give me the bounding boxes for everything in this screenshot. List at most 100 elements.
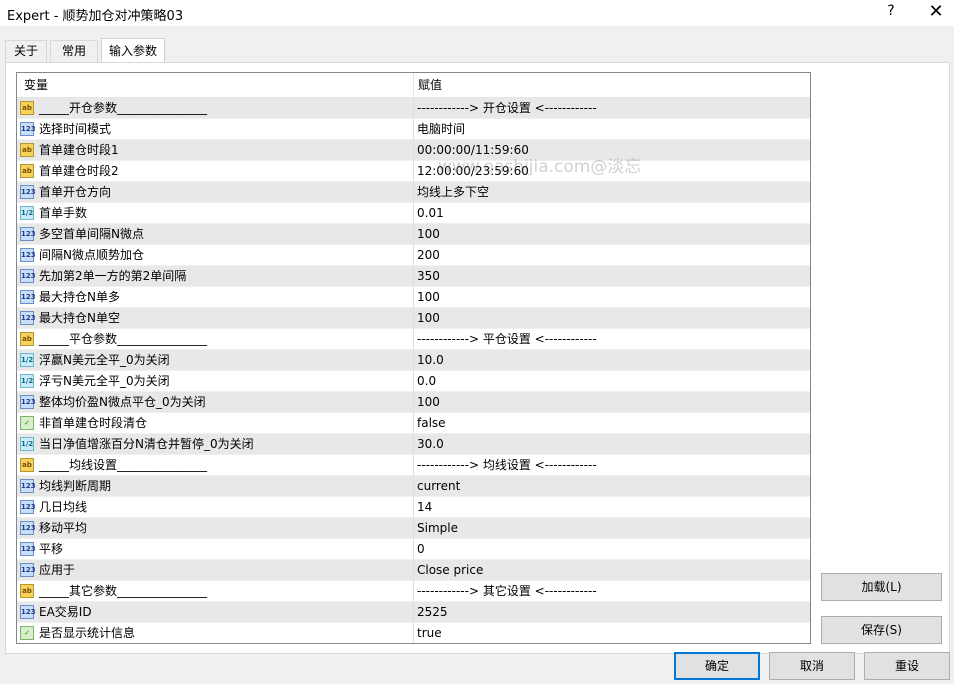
- parameter-row[interactable]: 1/2 首单手数 0.01: [17, 203, 810, 224]
- parameter-row[interactable]: 123 整体均价盈N微点平仓_0为关闭 100: [17, 392, 810, 413]
- parameter-value[interactable]: current: [417, 476, 460, 497]
- parameter-value[interactable]: ------------> 其它设置 <------------: [417, 581, 597, 602]
- integer-type-icon: 123: [20, 563, 36, 577]
- cell-separator: [413, 371, 414, 392]
- integer-type-icon: 123: [20, 605, 36, 619]
- parameter-value[interactable]: 电脑时间: [417, 119, 465, 140]
- parameter-row[interactable]: 123 平移 0: [17, 539, 810, 560]
- parameter-name: 几日均线: [39, 500, 88, 514]
- column-header-variable[interactable]: 变量: [24, 73, 48, 97]
- close-button[interactable]: ✕: [926, 1, 946, 22]
- parameter-value[interactable]: false: [417, 413, 446, 434]
- integer-type-icon: 123: [20, 500, 36, 514]
- column-separator[interactable]: [413, 73, 414, 97]
- parameter-name: _____开仓参数_______________: [39, 101, 208, 115]
- parameter-row[interactable]: 1/2 当日净值增涨百分N清仓并暂停_0为关闭 30.0: [17, 434, 810, 455]
- cell-separator: [413, 98, 414, 119]
- parameter-row[interactable]: 123 最大持仓N单空 100: [17, 308, 810, 329]
- cell-separator: [413, 182, 414, 203]
- parameter-value[interactable]: ------------> 均线设置 <------------: [417, 455, 597, 476]
- cell-separator: [413, 560, 414, 581]
- parameter-value[interactable]: true: [417, 623, 442, 643]
- reset-button[interactable]: 重设: [864, 652, 950, 680]
- parameter-value[interactable]: Simple: [417, 518, 458, 539]
- tab-common[interactable]: 常用: [50, 40, 98, 62]
- parameters-grid: 变量 赋值 ab _____开仓参数_______________ --------…: [16, 72, 811, 644]
- parameter-name: _____平仓参数_______________: [39, 332, 208, 346]
- parameter-value[interactable]: 350: [417, 266, 440, 287]
- parameter-row[interactable]: 123 选择时间模式 电脑时间: [17, 119, 810, 140]
- parameter-row[interactable]: ab _____均线设置_______________ ------------> …: [17, 455, 810, 476]
- parameter-name: 非首单建仓时段清仓: [39, 416, 148, 430]
- parameter-name: _____均线设置_______________: [39, 458, 208, 472]
- integer-type-icon: 123: [20, 269, 36, 283]
- cell-separator: [413, 623, 414, 643]
- parameter-value[interactable]: 30.0: [417, 434, 444, 455]
- parameter-row[interactable]: 123 先加第2单一方的第2单间隔 350: [17, 266, 810, 287]
- parameter-value[interactable]: 00:00:00/11:59:60: [417, 140, 529, 161]
- cell-separator: [413, 266, 414, 287]
- cell-separator: [413, 497, 414, 518]
- parameter-value[interactable]: 2525: [417, 602, 448, 623]
- cell-separator: [413, 602, 414, 623]
- parameter-row[interactable]: 123 最大持仓N单多 100: [17, 287, 810, 308]
- integer-type-icon: 123: [20, 311, 36, 325]
- parameter-name: 当日净值增涨百分N清仓并暂停_0为关闭: [39, 437, 254, 451]
- parameter-row[interactable]: 123 几日均线 14: [17, 497, 810, 518]
- parameter-value[interactable]: 12:00:00/23:59:60: [417, 161, 529, 182]
- parameter-row[interactable]: 123 应用于 Close price: [17, 560, 810, 581]
- parameter-row[interactable]: ✓ 是否显示统计信息 true: [17, 623, 810, 643]
- parameter-value[interactable]: ------------> 平仓设置 <------------: [417, 329, 597, 350]
- parameter-row[interactable]: ✓ 非首单建仓时段清仓 false: [17, 413, 810, 434]
- parameter-row[interactable]: 123 多空首单间隔N微点 100: [17, 224, 810, 245]
- parameter-value[interactable]: 0.01: [417, 203, 444, 224]
- cell-separator: [413, 581, 414, 602]
- parameter-name: 整体均价盈N微点平仓_0为关闭: [39, 395, 206, 409]
- parameter-value[interactable]: 0: [417, 539, 425, 560]
- load-button[interactable]: 加载(L): [821, 573, 942, 601]
- parameter-row[interactable]: ab _____开仓参数_______________ ------------> …: [17, 98, 810, 119]
- parameter-row[interactable]: 123 间隔N微点顺势加仓 200: [17, 245, 810, 266]
- parameter-row[interactable]: 123 均线判断周期 current: [17, 476, 810, 497]
- parameter-name: EA交易ID: [39, 605, 92, 619]
- parameter-row[interactable]: 123 EA交易ID 2525: [17, 602, 810, 623]
- window-title: Expert - 顺势加仓对冲策略03: [7, 9, 184, 24]
- parameter-row[interactable]: 1/2 浮赢N美元全平_0为关闭 10.0: [17, 350, 810, 371]
- tab-about[interactable]: 关于: [5, 40, 47, 62]
- cell-separator: [413, 245, 414, 266]
- save-button[interactable]: 保存(S): [821, 616, 942, 644]
- parameter-value[interactable]: 0.0: [417, 371, 436, 392]
- tab-input-parameters[interactable]: 输入参数: [101, 38, 165, 63]
- parameter-name: 首单建仓时段1: [39, 143, 119, 157]
- parameter-value[interactable]: ------------> 开仓设置 <------------: [417, 98, 597, 119]
- parameter-value[interactable]: 200: [417, 245, 440, 266]
- parameter-row[interactable]: ab _____其它参数_______________ ------------> …: [17, 581, 810, 602]
- string-type-icon: ab: [20, 332, 34, 346]
- parameter-row[interactable]: 1/2 浮亏N美元全平_0为关闭 0.0: [17, 371, 810, 392]
- ok-button[interactable]: 确定: [674, 652, 760, 680]
- help-button[interactable]: ?: [884, 3, 898, 19]
- boolean-type-icon: ✓: [20, 416, 34, 430]
- parameter-name: 浮赢N美元全平_0为关闭: [39, 353, 170, 367]
- parameter-value[interactable]: 14: [417, 497, 432, 518]
- cancel-button[interactable]: 取消: [769, 652, 855, 680]
- cell-separator: [413, 308, 414, 329]
- parameter-name: 平移: [39, 542, 64, 556]
- parameter-row[interactable]: 123 移动平均 Simple: [17, 518, 810, 539]
- parameter-value[interactable]: 10.0: [417, 350, 444, 371]
- parameter-value[interactable]: 100: [417, 392, 440, 413]
- column-header-value[interactable]: 赋值: [418, 73, 442, 97]
- parameter-row[interactable]: ab 首单建仓时段2 12:00:00/23:59:60: [17, 161, 810, 182]
- cell-separator: [413, 203, 414, 224]
- parameter-value[interactable]: 100: [417, 287, 440, 308]
- integer-type-icon: 123: [20, 290, 36, 304]
- parameter-row[interactable]: ab _____平仓参数_______________ ------------> …: [17, 329, 810, 350]
- parameter-row[interactable]: 123 首单开仓方向 均线上多下空: [17, 182, 810, 203]
- parameter-name: 最大持仓N单多: [39, 290, 120, 304]
- parameter-value[interactable]: 100: [417, 308, 440, 329]
- parameter-row[interactable]: ab 首单建仓时段1 00:00:00/11:59:60: [17, 140, 810, 161]
- parameter-value[interactable]: 均线上多下空: [417, 182, 489, 203]
- parameter-value[interactable]: Close price: [417, 560, 483, 581]
- parameter-name: 首单开仓方向: [39, 185, 112, 199]
- parameter-value[interactable]: 100: [417, 224, 440, 245]
